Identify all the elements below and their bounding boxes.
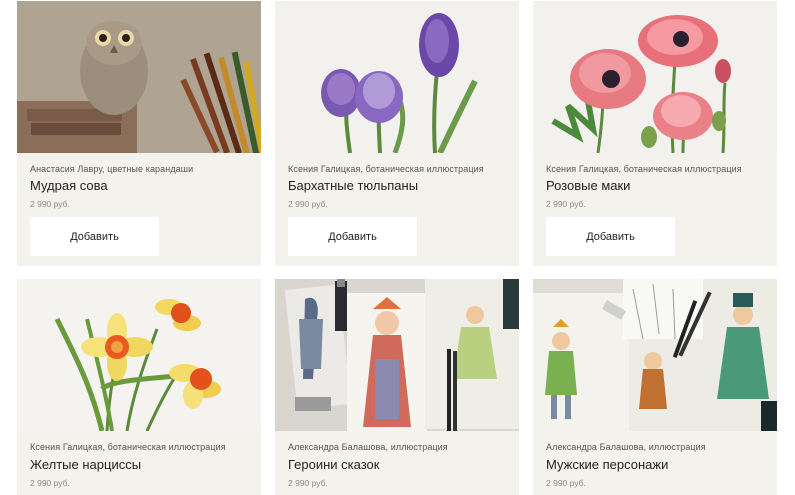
product-title[interactable]: Желтые нарциссы — [30, 457, 141, 472]
product-card-tulips[interactable]: Ксения Галицкая, ботаническая иллюстраци… — [275, 1, 519, 266]
product-price: 2 990 руб. — [30, 199, 70, 209]
daffodils-painting-image[interactable] — [17, 279, 261, 431]
product-author: Ксения Галицкая, ботаническая иллюстраци… — [546, 164, 742, 174]
product-card-male-characters[interactable]: Александра Балашова, иллюстрация Мужские… — [533, 279, 777, 495]
product-grid: Анастасия Лавру, цветные карандаши Мудра… — [17, 1, 777, 495]
add-to-cart-button[interactable]: Добавить — [288, 217, 417, 256]
add-to-cart-button[interactable]: Добавить — [546, 217, 675, 256]
product-title[interactable]: Бархатные тюльпаны — [288, 178, 418, 193]
product-author: Анастасия Лавру, цветные карандаши — [30, 164, 194, 174]
owl-drawing-image[interactable] — [17, 1, 261, 153]
product-card-poppies[interactable]: Ксения Галицкая, ботаническая иллюстраци… — [533, 1, 777, 266]
product-card-daffodils[interactable]: Ксения Галицкая, ботаническая иллюстраци… — [17, 279, 261, 495]
product-price: 2 990 руб. — [30, 478, 70, 488]
product-title[interactable]: Розовые маки — [546, 178, 630, 193]
product-author: Ксения Галицкая, ботаническая иллюстраци… — [30, 442, 226, 452]
product-price: 2 990 руб. — [546, 478, 586, 488]
tulips-painting-image[interactable] — [275, 1, 519, 153]
product-title[interactable]: Мудрая сова — [30, 178, 108, 193]
poppies-painting-image[interactable] — [533, 1, 777, 153]
add-to-cart-button[interactable]: Добавить — [30, 217, 159, 256]
product-card-owl[interactable]: Анастасия Лавру, цветные карандаши Мудра… — [17, 1, 261, 266]
product-author: Ксения Галицкая, ботаническая иллюстраци… — [288, 164, 484, 174]
product-title[interactable]: Героини сказок — [288, 457, 379, 472]
product-price: 2 990 руб. — [288, 478, 328, 488]
product-price: 2 990 руб. — [288, 199, 328, 209]
product-price: 2 990 руб. — [546, 199, 586, 209]
product-author: Александра Балашова, иллюстрация — [288, 442, 448, 452]
product-card-heroines[interactable]: Александра Балашова, иллюстрация Героини… — [275, 279, 519, 495]
male-characters-image[interactable] — [533, 279, 777, 431]
product-title[interactable]: Мужские персонажи — [546, 457, 668, 472]
product-author: Александра Балашова, иллюстрация — [546, 442, 706, 452]
fairytale-heroines-image[interactable] — [275, 279, 519, 431]
